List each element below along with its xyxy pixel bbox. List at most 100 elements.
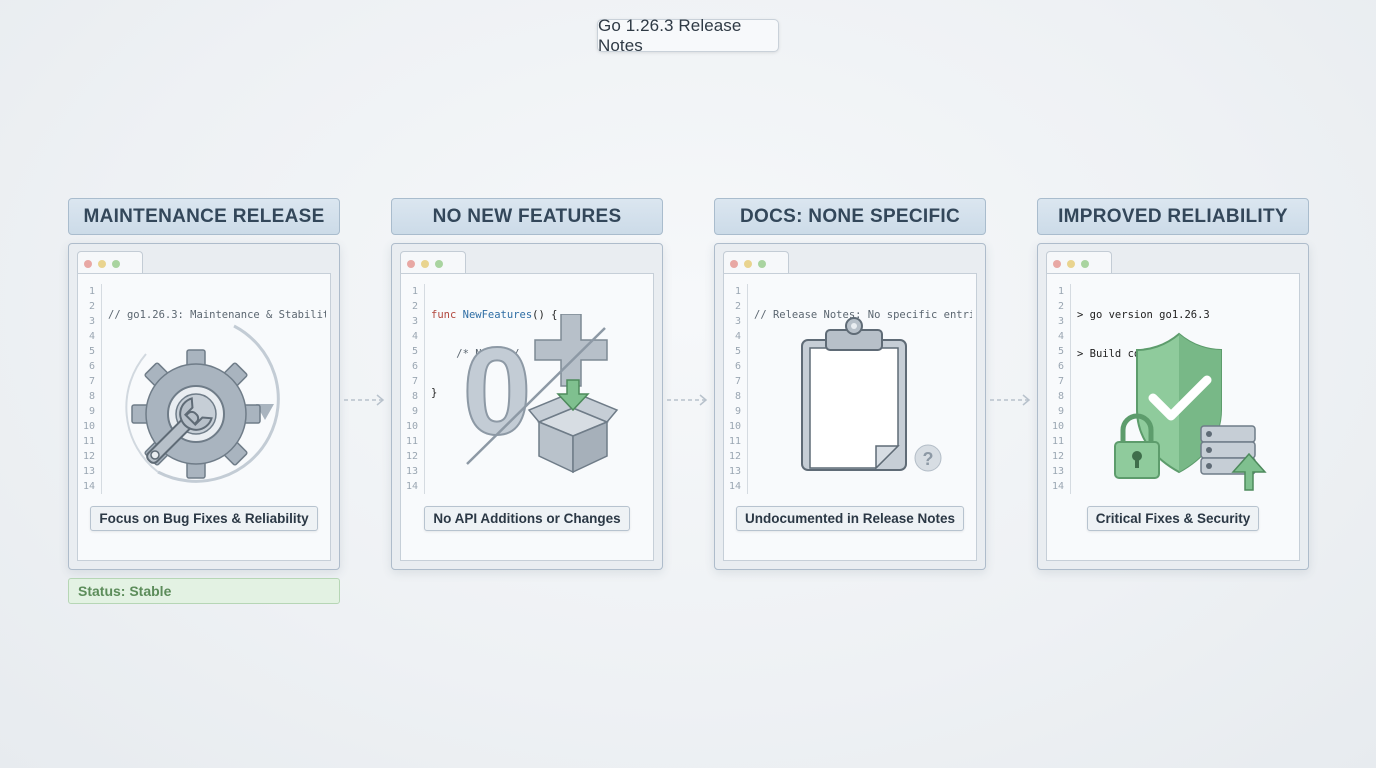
line-number: 6 [734, 361, 741, 372]
close-dot-icon[interactable] [84, 260, 92, 268]
line-number: 9 [1057, 406, 1064, 417]
line-number: 5 [734, 346, 741, 357]
line-number: 7 [1057, 376, 1064, 387]
line-number: 13 [1051, 466, 1064, 477]
editor-window: 1 2 3 4 5 6 7 8 9 10 11 12 13 14 // Release Notes: No… [714, 243, 986, 570]
line-number: 9 [734, 406, 741, 417]
window-tab[interactable] [723, 251, 789, 274]
line-number: 14 [1051, 481, 1064, 492]
line-number: 11 [405, 436, 418, 447]
minimize-dot-icon[interactable] [421, 260, 429, 268]
line-number: 10 [82, 421, 95, 432]
line-number: 12 [1051, 451, 1064, 462]
line-number: 4 [88, 331, 95, 342]
line-number-gutter: 1 2 3 4 5 6 7 8 9 10 11 12 13 14 [78, 284, 102, 494]
panel-header: NO NEW FEATURES [391, 198, 663, 235]
flow-arrow-icon [990, 394, 1031, 406]
panel-header: DOCS: NONE SPECIFIC [714, 198, 986, 235]
line-number: 3 [1057, 316, 1064, 327]
code-editor: 1 2 3 4 5 6 7 8 9 10 11 12 13 14 // Release Notes: No… [723, 273, 977, 561]
editor-window: 1 2 3 4 5 6 7 8 9 10 11 12 13 14 func NewFeatures() {… [391, 243, 663, 570]
maximize-dot-icon[interactable] [758, 260, 766, 268]
caption-label: No API Additions or Changes [424, 506, 630, 531]
close-dot-icon[interactable] [1053, 260, 1061, 268]
line-number: 12 [728, 451, 741, 462]
maximize-dot-icon[interactable] [112, 260, 120, 268]
line-number: 12 [405, 451, 418, 462]
line-number-gutter: 1 2 3 4 5 6 7 8 9 10 11 12 13 14 [1047, 284, 1071, 494]
line-number: 2 [88, 301, 95, 312]
line-number: 1 [88, 286, 95, 297]
panel-header: MAINTENANCE RELEASE [68, 198, 340, 235]
line-number: 7 [411, 376, 418, 387]
line-number: 13 [728, 466, 741, 477]
panel-docs-none-specific: DOCS: NONE SPECIFIC 1 2 3 4 5 6 7 8 9 10 11 12 13 14 … [714, 198, 986, 570]
panel-header: IMPROVED RELIABILITY [1037, 198, 1309, 235]
line-number: 4 [411, 331, 418, 342]
code-editor: 1 2 3 4 5 6 7 8 9 10 11 12 13 14 func NewFeatures() {… [400, 273, 654, 561]
line-number: 9 [88, 406, 95, 417]
question-mark-glyph: ? [923, 449, 934, 469]
editor-window: 1 2 3 4 5 6 7 8 9 10 11 12 13 14 > go version go1.26.… [1037, 243, 1309, 570]
line-number: 3 [734, 316, 741, 327]
line-number: 4 [1057, 331, 1064, 342]
close-dot-icon[interactable] [407, 260, 415, 268]
zero-glyph: 0 [463, 323, 532, 461]
window-tab[interactable] [400, 251, 466, 274]
panel-maintenance-release: MAINTENANCE RELEASE 1 2 3 4 5 6 7 8 9 10 11 12 13 14 … [68, 198, 340, 570]
line-number: 2 [411, 301, 418, 312]
line-number: 1 [734, 286, 741, 297]
page-title: Go 1.26.3 Release Notes [597, 16, 779, 55]
line-number: 2 [1057, 301, 1064, 312]
editor-window: 1 2 3 4 5 6 7 8 9 10 11 12 13 14 // go1.26.3: Mainten… [68, 243, 340, 570]
clipboard-question-icon: ? [801, 317, 942, 472]
maximize-dot-icon[interactable] [435, 260, 443, 268]
flow-arrow-icon [344, 394, 385, 406]
line-number: 14 [82, 481, 95, 492]
line-number: 10 [405, 421, 418, 432]
line-number: 4 [734, 331, 741, 342]
flow-arrow-icon [667, 394, 708, 406]
line-number-gutter: 1 2 3 4 5 6 7 8 9 10 11 12 13 14 [724, 284, 748, 494]
minimize-dot-icon[interactable] [1067, 260, 1075, 268]
line-number: 12 [82, 451, 95, 462]
line-number: 10 [728, 421, 741, 432]
line-number: 8 [88, 391, 95, 402]
close-dot-icon[interactable] [730, 260, 738, 268]
status-badge: Status: Stable [68, 578, 340, 604]
line-number: 11 [82, 436, 95, 447]
code-editor: 1 2 3 4 5 6 7 8 9 10 11 12 13 14 // go1.26.3: Mainten… [77, 273, 331, 561]
line-number: 6 [88, 361, 95, 372]
line-number: 7 [88, 376, 95, 387]
shield-check-icon [1114, 332, 1267, 491]
window-tab[interactable] [77, 251, 143, 274]
line-number: 11 [1051, 436, 1064, 447]
code-editor: 1 2 3 4 5 6 7 8 9 10 11 12 13 14 > go version go1.26.… [1046, 273, 1300, 561]
line-number: 14 [728, 481, 741, 492]
window-tab[interactable] [1046, 251, 1112, 274]
panel-improved-reliability: IMPROVED RELIABILITY 1 2 3 4 5 6 7 8 9 10 11 12 13 14… [1037, 198, 1309, 570]
line-number: 8 [734, 391, 741, 402]
gear-wrench-icon [125, 324, 280, 483]
caption-label: Undocumented in Release Notes [735, 506, 965, 531]
line-number: 3 [88, 316, 95, 327]
line-number: 7 [734, 376, 741, 387]
line-number: 6 [411, 361, 418, 372]
line-number: 1 [411, 286, 418, 297]
maximize-dot-icon[interactable] [1081, 260, 1089, 268]
line-number: 10 [1051, 421, 1064, 432]
caption-label: Focus on Bug Fixes & Reliability [90, 506, 318, 531]
line-number-gutter: 1 2 3 4 5 6 7 8 9 10 11 12 13 14 [401, 284, 425, 494]
line-number: 3 [411, 316, 418, 327]
caption-label: Critical Fixes & Security [1086, 506, 1260, 531]
minimize-dot-icon[interactable] [98, 260, 106, 268]
line-number: 5 [411, 346, 418, 357]
minimize-dot-icon[interactable] [744, 260, 752, 268]
line-number: 8 [1057, 391, 1064, 402]
line-number: 5 [1057, 346, 1064, 357]
line-number: 6 [1057, 361, 1064, 372]
line-number: 13 [82, 466, 95, 477]
line-number: 14 [405, 481, 418, 492]
line-number: 5 [88, 346, 95, 357]
line-number: 11 [728, 436, 741, 447]
